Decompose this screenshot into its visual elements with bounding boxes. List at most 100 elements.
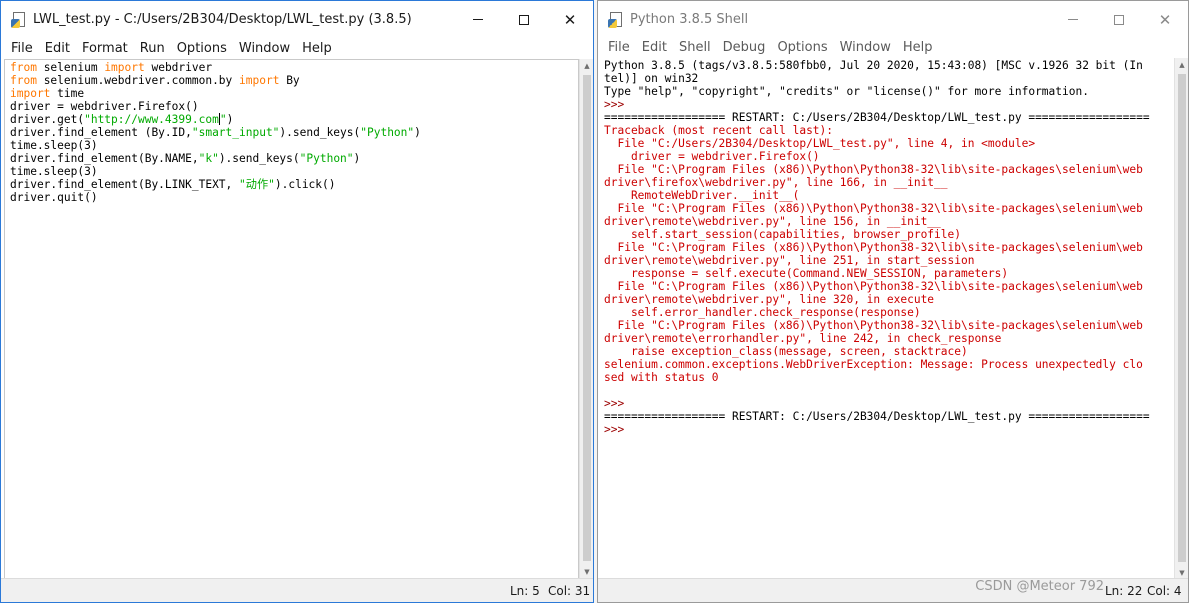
code-line[interactable]: import time xyxy=(10,87,578,100)
code-line[interactable]: time.sleep(3) xyxy=(10,165,578,178)
maximize-button[interactable] xyxy=(501,1,547,38)
code-editor[interactable]: from selenium import webdriver from selen… xyxy=(4,59,579,579)
editor-statusbar: Ln: 5 Col: 31 xyxy=(1,578,593,602)
code-token: selenium.webdriver.common.by xyxy=(36,74,240,87)
code-token: driver = webdriver.Firefox() xyxy=(10,100,199,113)
column-indicator: Col: 4 xyxy=(1147,584,1182,598)
shell-titlebar[interactable]: Python 3.8.5 Shell ✕ xyxy=(598,1,1188,38)
code-token: time.sleep(3) xyxy=(10,139,98,152)
string-token: " xyxy=(219,113,227,126)
menu-run[interactable]: Run xyxy=(134,41,171,56)
traceback-line: self.start_session(capabilities, browser… xyxy=(604,228,961,241)
menu-window[interactable]: Window xyxy=(233,41,296,56)
menu-help[interactable]: Help xyxy=(296,41,338,56)
scroll-up-icon[interactable]: ▲ xyxy=(580,59,593,73)
code-token: ).click() xyxy=(274,178,336,191)
code-token: time xyxy=(50,87,85,100)
shell-line: tel)] on win32 xyxy=(604,72,699,85)
scrollbar-thumb[interactable] xyxy=(583,75,591,561)
editor-window: LWL_test.py - C:/Users/2B304/Desktop/LWL… xyxy=(0,0,594,603)
traceback-line: File "C:\Program Files (x86)\Python\Pyth… xyxy=(604,319,1143,332)
menu-options[interactable]: Options xyxy=(771,40,833,55)
menu-edit[interactable]: Edit xyxy=(636,40,673,55)
code-token: driver.find_element(By.NAME, xyxy=(10,152,199,165)
string-token: "smart_input" xyxy=(191,126,280,139)
shell-line: Python 3.8.5 (tags/v3.8.5:580fbb0, Jul 2… xyxy=(604,59,1143,72)
traceback-line: raise exception_class(message, screen, s… xyxy=(604,345,968,358)
shell-text[interactable]: Python 3.8.5 (tags/v3.8.5:580fbb0, Jul 2… xyxy=(601,58,1174,436)
shell-prompt: >>> xyxy=(604,397,631,410)
menu-file[interactable]: File xyxy=(602,40,636,55)
string-token: "动作" xyxy=(239,178,275,191)
menu-edit[interactable]: Edit xyxy=(39,41,76,56)
close-button[interactable]: ✕ xyxy=(547,1,593,38)
code-line[interactable]: driver.find_element(By.LINK_TEXT, "动作").… xyxy=(10,178,578,191)
python-file-icon xyxy=(11,11,27,28)
scrollbar-thumb[interactable] xyxy=(1178,74,1186,562)
maximize-icon xyxy=(1114,14,1124,25)
menu-window[interactable]: Window xyxy=(834,40,897,55)
string-token: "http://www.4399.com xyxy=(84,113,219,126)
code-token: ).send_keys( xyxy=(279,126,361,139)
traceback-line: response = self.execute(Command.NEW_SESS… xyxy=(604,267,1009,280)
traceback-line: driver\remote\webdriver.py", line 156, i… xyxy=(604,215,941,228)
traceback-line: driver\remote\errorhandler.py", line 242… xyxy=(604,332,1002,345)
keyword-token: from xyxy=(10,61,37,74)
shell-window: Python 3.8.5 Shell ✕ File Edit Shell Deb… xyxy=(597,0,1189,603)
code-line[interactable]: driver.quit() xyxy=(10,191,578,204)
minimize-button[interactable] xyxy=(455,1,501,38)
menu-format[interactable]: Format xyxy=(76,41,134,56)
code-line[interactable]: driver.find_element(By.NAME,"k").send_ke… xyxy=(10,152,578,165)
string-token: "Python" xyxy=(299,152,354,165)
minimize-icon xyxy=(473,19,483,20)
shell-scrollbar[interactable]: ▲ ▼ xyxy=(1174,58,1188,580)
menu-shell[interactable]: Shell xyxy=(673,40,717,55)
code-line[interactable]: from selenium.webdriver.common.by import… xyxy=(10,74,578,87)
keyword-token: import xyxy=(104,61,145,74)
traceback-line: File "C:\Program Files (x86)\Python\Pyth… xyxy=(604,280,1143,293)
menu-file[interactable]: File xyxy=(5,41,39,56)
shell-line: ================== RESTART: C:/Users/2B3… xyxy=(604,111,1150,124)
watermark: CSDN @Meteor 792 xyxy=(975,579,1104,594)
shell-output[interactable]: Python 3.8.5 (tags/v3.8.5:580fbb0, Jul 2… xyxy=(601,58,1174,580)
code-line[interactable]: time.sleep(3) xyxy=(10,139,578,152)
editor-menubar: File Edit Format Run Options Window Help xyxy=(1,38,593,58)
code-line[interactable]: from selenium import webdriver xyxy=(10,61,578,74)
close-icon: ✕ xyxy=(563,10,577,29)
code-token: driver.quit() xyxy=(10,191,98,204)
editor-scrollbar[interactable]: ▲ ▼ xyxy=(579,59,593,579)
code-text[interactable]: from selenium import webdriver from selen… xyxy=(5,60,578,204)
traceback-line: sed with status 0 xyxy=(604,371,719,384)
code-line[interactable]: driver.find_element (By.ID,"smart_input"… xyxy=(10,126,578,139)
menu-options[interactable]: Options xyxy=(171,41,233,56)
maximize-button[interactable] xyxy=(1096,1,1142,38)
minimize-button[interactable] xyxy=(1050,1,1096,38)
string-token: "Python" xyxy=(360,126,415,139)
minimize-icon xyxy=(1068,19,1078,20)
close-icon: ✕ xyxy=(1158,10,1172,29)
editor-titlebar[interactable]: LWL_test.py - C:/Users/2B304/Desktop/LWL… xyxy=(1,1,593,38)
close-button[interactable]: ✕ xyxy=(1142,1,1188,38)
keyword-token: import xyxy=(10,87,51,100)
code-token: ).send_keys( xyxy=(218,152,300,165)
keyword-token: from xyxy=(10,74,37,87)
shell-window-title: Python 3.8.5 Shell xyxy=(630,12,749,27)
traceback-line: File "C:/Users/2B304/Desktop/LWL_test.py… xyxy=(604,137,1036,150)
shell-line: ================== RESTART: C:/Users/2B3… xyxy=(604,410,1150,423)
code-token: driver.get( xyxy=(10,113,85,126)
line-indicator: Ln: 22 xyxy=(1105,584,1143,598)
traceback-line: File "C:\Program Files (x86)\Python\Pyth… xyxy=(604,241,1143,254)
editor-window-title: LWL_test.py - C:/Users/2B304/Desktop/LWL… xyxy=(33,12,412,27)
code-token: webdriver xyxy=(144,61,213,74)
scroll-down-icon[interactable]: ▼ xyxy=(580,565,593,579)
traceback-line: self.error_handler.check_response(respon… xyxy=(604,306,921,319)
code-token: ) xyxy=(226,113,234,126)
python-shell-icon xyxy=(608,11,624,28)
code-line[interactable]: driver = webdriver.Firefox() xyxy=(10,100,578,113)
menu-debug[interactable]: Debug xyxy=(717,40,772,55)
code-line[interactable]: driver.get("http://www.4399.com") xyxy=(10,113,578,126)
menu-help[interactable]: Help xyxy=(897,40,939,55)
traceback-line: driver\remote\webdriver.py", line 320, i… xyxy=(604,293,935,306)
shell-prompt: >>> xyxy=(604,98,631,111)
scroll-up-icon[interactable]: ▲ xyxy=(1175,58,1188,72)
